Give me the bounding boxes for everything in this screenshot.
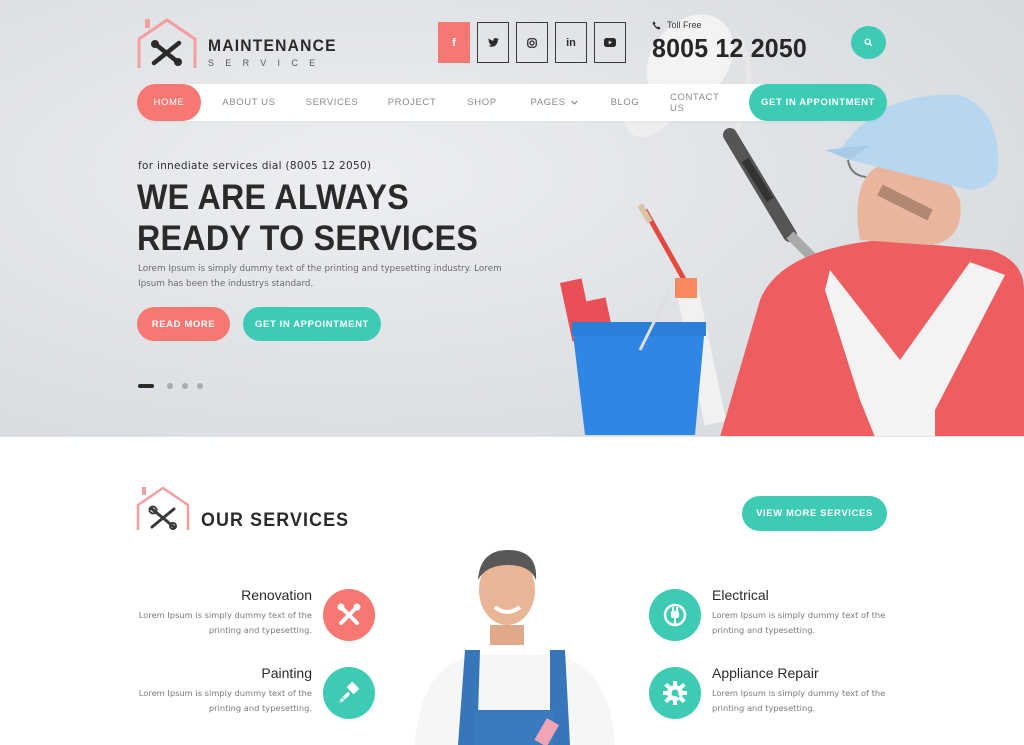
main-nav: HOME ABOUT US SERVICES PROJECT SHOP PAGE… [137,84,887,121]
nav-pages[interactable]: PAGES [525,84,583,121]
painting-icon-badge [323,667,375,719]
toll-free-label: Toll Free [667,20,702,30]
hero-title: WE ARE ALWAYS READY TO SERVICES [137,178,479,258]
toll-free-contact: Toll Free 8005 12 2050 [652,20,813,64]
service-description: Lorem Ipsum is simply dummy text of the … [138,610,312,635]
nav-home[interactable]: HOME [137,84,201,121]
slide-dot-1[interactable] [138,384,154,388]
chevron-down-icon [570,100,578,105]
hero-description: Lorem Ipsum is simply dummy text of the … [138,264,502,289]
youtube-icon [604,38,616,47]
instagram-button[interactable] [516,22,548,63]
nav-get-appointment-button[interactable]: GET IN APPOINTMENT [749,84,887,121]
renovation-icon-badge [323,589,375,641]
services-title: OUR SERVICES [201,510,350,531]
hero-divider [0,436,1024,437]
nav-shop[interactable]: SHOP [462,84,502,121]
search-icon [864,38,873,47]
plug-icon [663,603,687,627]
twitter-button[interactable] [477,22,509,63]
nav-services[interactable]: SERVICES [300,84,364,121]
logo-tagline: SERVICE [208,58,327,68]
youtube-button[interactable] [594,22,626,63]
worker-photo [415,550,615,745]
slide-dot-4[interactable] [197,383,203,389]
service-title: Appliance Repair [712,665,819,681]
nav-project[interactable]: PROJECT [382,84,442,121]
appliance-repair-icon-badge [649,667,701,719]
hero-kicker: for innediate services dial (8005 12 205… [138,160,372,172]
instagram-icon [527,37,537,48]
nav-about-us[interactable]: ABOUT US [217,84,281,121]
service-item-renovation[interactable]: Renovation Lorem Ipsum is simply dummy t… [52,587,312,638]
logo-name: MAINTENANCE [208,36,337,55]
view-more-services-button[interactable]: VIEW MORE SERVICES [742,496,887,531]
service-title: Electrical [712,587,769,603]
house-tools-icon [137,18,197,68]
service-title: Painting [261,665,312,681]
slide-dot-2[interactable] [167,383,173,389]
tools-icon [337,603,361,625]
hero-get-appointment-button[interactable]: GET IN APPOINTMENT [243,307,381,341]
electrical-icon-badge [649,589,701,641]
read-more-button[interactable]: READ MORE [137,307,230,341]
linkedin-icon: in [566,36,576,49]
gear-wrench-icon [663,681,687,705]
service-title: Renovation [241,587,312,603]
nav-contact-us[interactable]: CONTACT US [670,84,736,121]
twitter-icon [487,38,499,47]
services-house-tools-icon [136,486,190,530]
slide-dot-3[interactable] [182,383,188,389]
paint-brush-icon [339,681,360,703]
toll-free-number[interactable]: 8005 12 2050 [652,33,807,64]
service-description: Lorem Ipsum is simply dummy text of the … [712,610,886,635]
service-item-electrical[interactable]: Electrical Lorem Ipsum is simply dummy t… [712,587,972,638]
service-description: Lorem Ipsum is simply dummy text of the … [712,688,886,713]
phone-icon [652,20,661,30]
service-item-appliance-repair[interactable]: Appliance Repair Lorem Ipsum is simply d… [712,665,972,716]
nav-blog[interactable]: BLOG [607,84,643,121]
nav-pages-label: PAGES [530,97,566,108]
slider-pagination [138,383,203,389]
linkedin-button[interactable]: in [555,22,587,63]
facebook-button[interactable]: f [438,22,470,63]
hero-banner: MAINTENANCE SERVICE f in Toll Free 8005 … [0,0,1024,437]
service-item-painting[interactable]: Painting Lorem Ipsum is simply dummy tex… [52,665,312,716]
search-button[interactable] [851,26,886,59]
service-description: Lorem Ipsum is simply dummy text of the … [138,688,312,713]
social-links: f in [438,22,626,63]
facebook-icon: f [452,36,456,49]
logo[interactable]: MAINTENANCE SERVICE [136,17,336,69]
